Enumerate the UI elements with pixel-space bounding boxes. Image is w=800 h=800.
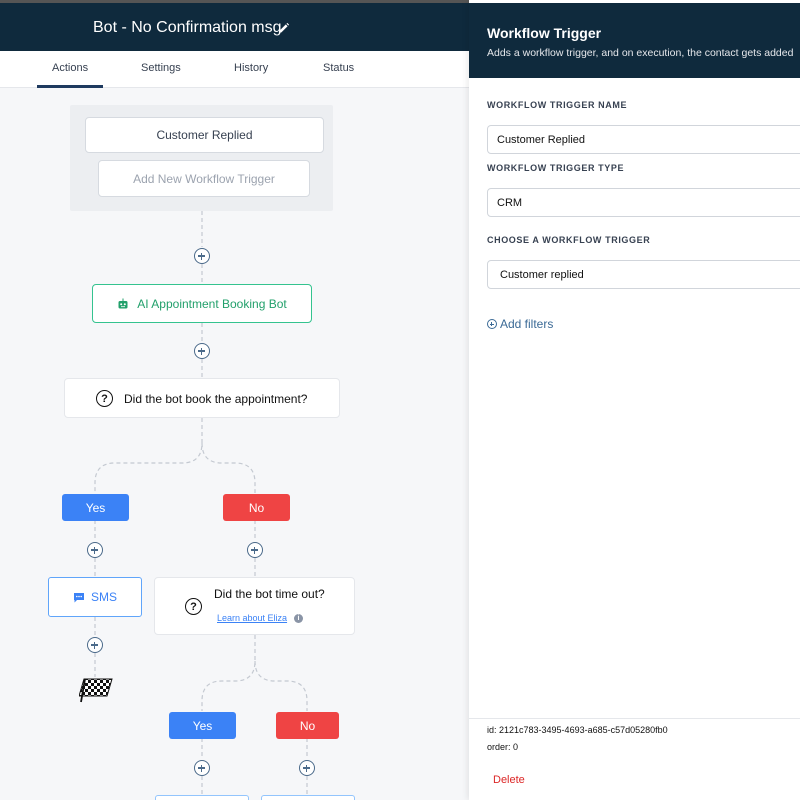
add-filters-button[interactable]: Add filters xyxy=(487,317,553,331)
finish-flag-icon xyxy=(79,678,113,703)
branch-no-button[interactable]: No xyxy=(276,712,339,739)
sms-action-node[interactable]: SMS xyxy=(48,577,142,617)
trigger-id: id: 2121c783-3495-4693-a685-c57d05280fb0 xyxy=(487,725,668,735)
sms-label: SMS xyxy=(90,590,117,604)
panel-header: Workflow Trigger Adds a workflow trigger… xyxy=(469,3,800,78)
pencil-icon[interactable] xyxy=(277,22,290,35)
info-icon[interactable]: i xyxy=(294,614,303,623)
condition-label: Did the bot book the appointment? xyxy=(124,392,308,406)
add-action-plus-button[interactable] xyxy=(194,760,210,776)
add-action-plus-button[interactable] xyxy=(299,760,315,776)
add-new-trigger-button[interactable]: Add New Workflow Trigger xyxy=(98,160,310,197)
add-action-plus-button[interactable] xyxy=(87,637,103,653)
trigger-name-input[interactable] xyxy=(487,125,800,154)
workflow-canvas[interactable]: Customer Replied Add New Workflow Trigge… xyxy=(0,88,470,800)
trigger-group: Customer Replied Add New Workflow Trigge… xyxy=(70,105,333,211)
tab-actions[interactable]: Actions xyxy=(52,62,88,74)
panel-title: Workflow Trigger xyxy=(487,25,602,41)
panel-description: Adds a workflow trigger, and on executio… xyxy=(487,47,794,59)
action-node-partial[interactable] xyxy=(155,795,249,800)
delete-button[interactable]: Delete xyxy=(493,774,525,786)
workflow-header: Bot - No Confirmation msg xyxy=(0,3,470,51)
plus-circle-icon xyxy=(487,319,497,329)
trigger-type-select[interactable] xyxy=(487,188,800,217)
trigger-type-label: WORKFLOW TRIGGER TYPE xyxy=(487,163,625,173)
trigger-order: order: 0 xyxy=(487,742,519,752)
question-icon: ? xyxy=(185,598,202,615)
workflow-trigger-panel: Workflow Trigger Adds a workflow trigger… xyxy=(469,0,800,800)
ai-bot-action-node[interactable]: AI Appointment Booking Bot xyxy=(92,284,312,323)
learn-about-eliza-link[interactable]: Learn about Eliza xyxy=(217,613,287,623)
robot-icon xyxy=(118,298,128,308)
ai-bot-label: AI Appointment Booking Bot xyxy=(137,296,287,311)
action-node-partial[interactable] xyxy=(261,795,355,800)
branch-yes-button[interactable]: Yes xyxy=(62,494,129,521)
tab-status[interactable]: Status xyxy=(323,62,354,74)
condition-node-timeout[interactable]: ? Did the bot time out? Learn about Eliz… xyxy=(154,577,355,635)
trigger-name-label: WORKFLOW TRIGGER NAME xyxy=(487,100,628,110)
condition-label: Did the bot time out? xyxy=(214,587,325,601)
trigger-card-customer-replied[interactable]: Customer Replied xyxy=(85,117,324,153)
add-action-plus-button[interactable] xyxy=(194,248,210,264)
tab-settings[interactable]: Settings xyxy=(141,62,181,74)
chat-bubble-icon xyxy=(73,592,84,602)
workflow-tabs: Actions Settings History Status xyxy=(0,51,470,88)
panel-divider xyxy=(469,718,800,719)
workflow-title: Bot - No Confirmation msg xyxy=(93,19,282,36)
add-filters-label: Add filters xyxy=(500,317,554,331)
question-icon: ? xyxy=(96,390,113,407)
choose-trigger-select[interactable] xyxy=(487,260,800,289)
choose-trigger-label: CHOOSE A WORKFLOW TRIGGER xyxy=(487,235,651,245)
add-action-plus-button[interactable] xyxy=(194,343,210,359)
branch-no-button[interactable]: No xyxy=(223,494,290,521)
add-action-plus-button[interactable] xyxy=(87,542,103,558)
tab-history[interactable]: History xyxy=(234,62,268,74)
add-action-plus-button[interactable] xyxy=(247,542,263,558)
branch-yes-button[interactable]: Yes xyxy=(169,712,236,739)
condition-node-booked[interactable]: ? Did the bot book the appointment? xyxy=(64,378,340,418)
